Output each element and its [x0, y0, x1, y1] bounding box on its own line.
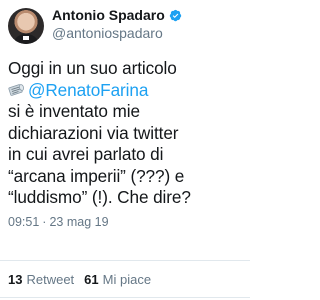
- tweet-text-line: in cui avrei parlato di: [8, 144, 164, 164]
- tweet-stats: 13 Retweet 61 Mi piace: [8, 272, 161, 287]
- retweets-label: Retweet: [26, 272, 75, 287]
- divider: [0, 260, 250, 261]
- likes-stat[interactable]: 61 Mi piace: [84, 272, 151, 287]
- likes-count: 61: [84, 272, 99, 287]
- author-name-row[interactable]: Antonio Spadaro: [52, 7, 182, 23]
- tweet-text-line: Oggi in un suo articolo: [8, 58, 177, 78]
- timestamp-separator: ·: [42, 214, 47, 229]
- tweet-date: 23 mag 19: [49, 214, 109, 229]
- author-display-name[interactable]: Antonio Spadaro: [52, 7, 165, 23]
- tweet-mention-line: @RenatoFarina: [8, 80, 240, 102]
- tweet-text-line: dichiarazioni via twitter: [8, 122, 179, 143]
- author-handle[interactable]: @antoniospadaro: [52, 25, 182, 41]
- rolled-up-newspaper-icon: [8, 84, 24, 97]
- avatar[interactable]: [8, 8, 44, 44]
- tweet-text-line: “arcana imperii” (???) e: [8, 165, 185, 186]
- divider: [0, 297, 250, 298]
- author-info: Antonio Spadaro @antoniospadaro: [52, 7, 182, 41]
- mention-link[interactable]: @RenatoFarina: [28, 80, 148, 102]
- tweet-text-line: si è inventato mie: [8, 101, 140, 121]
- tweet-card: Antonio Spadaro @antoniospadaro Oggi in …: [0, 0, 250, 300]
- tweet-time: 09:51: [8, 214, 40, 229]
- retweets-stat[interactable]: 13 Retweet: [8, 272, 74, 287]
- tweet-header: Antonio Spadaro @antoniospadaro: [8, 6, 240, 52]
- tweet-text-line: “luddismo” (!). Che dire?: [8, 187, 191, 207]
- tweet-text: Oggi in un suo articolo @RenatoFarina si…: [8, 58, 240, 209]
- likes-label: Mi piace: [102, 272, 152, 287]
- retweets-count: 13: [8, 272, 23, 287]
- tweet-timestamp[interactable]: 09:51 · 23 mag 19: [8, 215, 240, 229]
- verified-badge-icon: [169, 9, 181, 21]
